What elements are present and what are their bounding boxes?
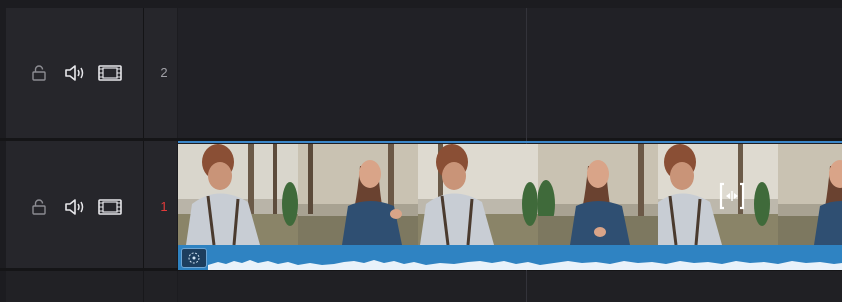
track-lane-v2[interactable] — [178, 8, 842, 138]
track-header-v1: 1 — [6, 141, 177, 270]
track-lane-empty[interactable] — [178, 271, 842, 302]
film-icon[interactable] — [98, 198, 122, 216]
thumbnail-frame — [178, 144, 298, 245]
slip-trim-cursor-icon — [715, 181, 749, 211]
track-header-empty — [6, 271, 177, 302]
video-clip[interactable] — [178, 141, 842, 270]
header-divider — [143, 271, 144, 302]
speaker-icon[interactable] — [64, 198, 86, 216]
track-header-v2: 2 — [6, 8, 177, 138]
clip-fx-badge-icon[interactable] — [181, 248, 207, 268]
speaker-icon[interactable] — [64, 64, 86, 82]
lock-icon[interactable] — [30, 198, 52, 216]
lock-icon[interactable] — [30, 64, 52, 82]
thumbnail-frame — [298, 144, 418, 245]
thumbnail-frame — [418, 144, 538, 245]
audio-waveform — [178, 245, 842, 270]
thumbnail-frame — [778, 144, 842, 245]
clip-selection-border — [178, 141, 842, 143]
thumbnail-frame — [538, 144, 658, 245]
track-controls — [30, 198, 132, 216]
track-controls — [30, 64, 132, 82]
timeline-editor: 2 1 — [0, 0, 842, 302]
film-icon[interactable] — [98, 64, 122, 82]
